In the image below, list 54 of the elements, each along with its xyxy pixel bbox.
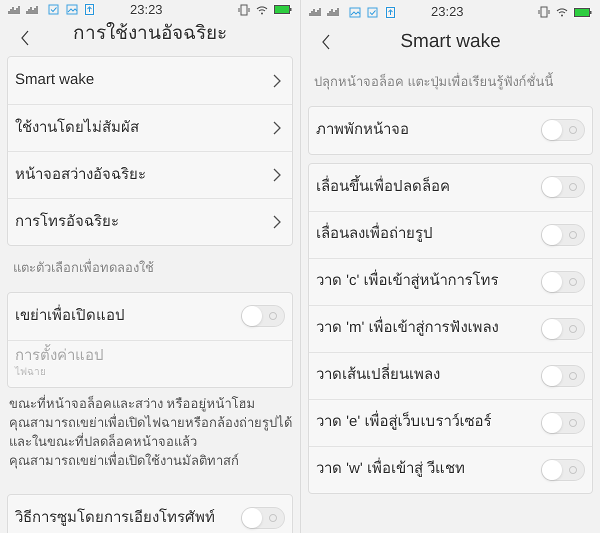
toggle-switch[interactable]: [541, 224, 585, 246]
row-label: หน้าจอสว่างอัจฉริยะ: [15, 164, 146, 185]
upload-icon: [84, 4, 96, 16]
chevron-icon: [273, 74, 281, 88]
battery-icon: [574, 8, 592, 16]
image-icon: [66, 4, 78, 16]
toggle-switch[interactable]: [541, 364, 585, 386]
section-label: ปลุกหน้าจอล็อค แตะปุ่มเพื่อเรียนรู้ฟังก์ชั่นนี้: [313, 71, 555, 92]
toggle-switch[interactable]: [541, 176, 585, 198]
row-label: วาด 'w' เพื่อเข้าสู่ วีแชท: [316, 458, 466, 481]
chevron-icon: [273, 168, 281, 182]
wifi-icon: [556, 7, 568, 17]
back-icon: [20, 30, 30, 46]
row-label: เลื่อนลงเพื่อถ่ายรูป: [316, 223, 433, 246]
row-label: เขย่าเพื่อเปิดแอป: [15, 304, 125, 326]
row-label: วาดเส้นเปลี่ยนเพลง: [316, 364, 440, 387]
settings-row[interactable]: การโทรอัจฉริยะ: [8, 198, 292, 245]
back-icon: [321, 34, 331, 50]
image-icon: [349, 6, 361, 18]
toggle-switch[interactable]: [241, 305, 285, 327]
row-label: วาด 'e' เพื่อสู่เว็บเบราว์เซอร์: [316, 411, 492, 434]
check-icon: [48, 4, 60, 16]
battery-icon: [274, 5, 292, 14]
toggle-switch[interactable]: [241, 507, 285, 529]
vibrate-icon: [538, 6, 550, 18]
chevron-icon: [273, 121, 281, 135]
settings-row[interactable]: ใช้งานโดยไม่สัมผัส: [8, 104, 292, 151]
settings-row[interactable]: Smart wake: [8, 57, 292, 104]
vibrate-icon: [238, 4, 250, 16]
screen-title: Smart wake: [400, 30, 501, 54]
screen-title: การใช้งานอัจฉริยะ: [73, 21, 227, 46]
row-label: ภาพพักหน้าจอ: [316, 120, 409, 140]
toggle-switch[interactable]: [541, 119, 585, 141]
row-label: ใช้งานโดยไม่สัมผัส: [15, 117, 139, 138]
row-subtitle: ไฟฉาย: [15, 365, 47, 380]
status-time: 23:23: [130, 1, 163, 19]
description-text: ขณะที่หน้าจอล็อคและสว่าง หรืออยู่หน้าโฮม คุณสามารถเขย่าเพื่อเปิดไฟฉายหรือกล้องถ่ายรูปได้ และในขณะที่ปลดล็อคหน้าจอแล้ว คุณสามารถเขย่าเพื่อเปิดใช้งานมัลติทาสก์: [8, 394, 293, 470]
toggle-switch[interactable]: [541, 412, 585, 434]
settings-row[interactable]: หน้าจอสว่างอัจฉริยะ: [8, 151, 292, 198]
row-label: วิธีการซูมโดยการเอียงโทรศัพท์: [15, 507, 215, 528]
check-icon: [367, 6, 379, 18]
row-label: เลื่อนขึ้นเพื่อปลดล็อค: [316, 176, 450, 198]
row-label: การโทรอัจฉริยะ: [15, 211, 119, 232]
row-label: Smart wake: [15, 70, 94, 90]
row-label: วาด 'm' เพื่อเข้าสู่การฟังเพลง: [316, 317, 499, 340]
toggle-switch[interactable]: [541, 458, 585, 480]
status-time: 23:23: [431, 3, 464, 22]
chevron-icon: [273, 215, 281, 229]
row-label: วาด 'c' เพื่อเข้าสู่หน้าการโทร: [316, 270, 499, 293]
section-label: แตะตัวเลือกเพื่อทดลองใช้: [12, 258, 155, 277]
wifi-icon: [256, 4, 268, 15]
upload-icon: [385, 6, 397, 18]
toggle-switch[interactable]: [541, 270, 585, 292]
toggle-switch[interactable]: [541, 318, 585, 340]
